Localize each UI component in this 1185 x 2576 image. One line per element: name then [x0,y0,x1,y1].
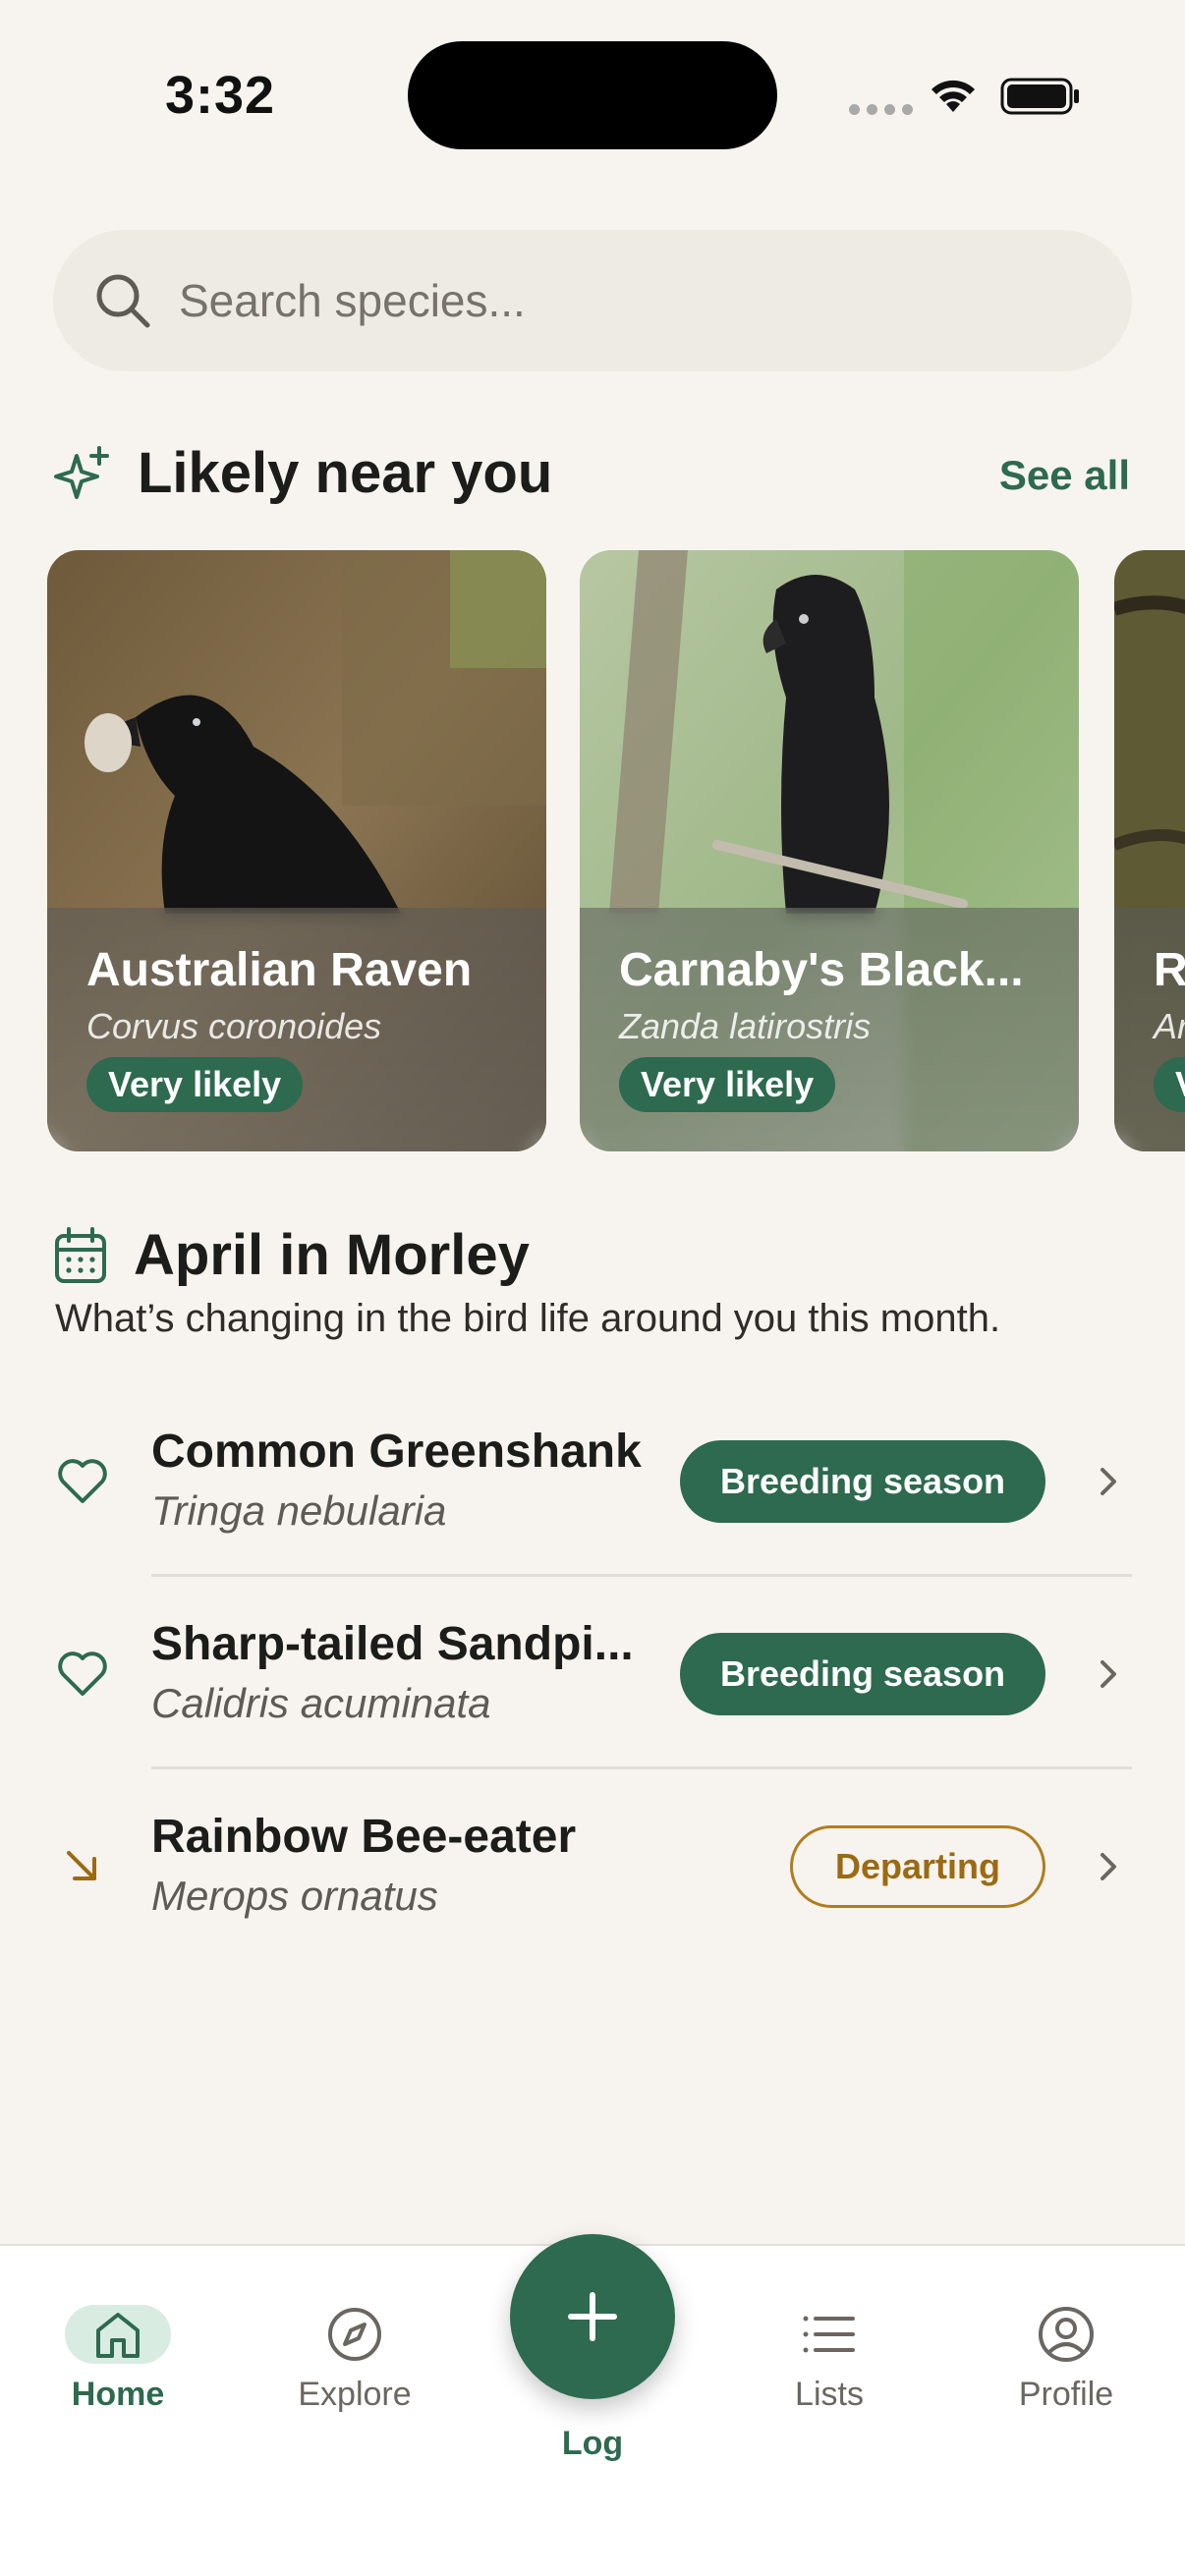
row-divider [151,1766,1132,1769]
nav-explore-label: Explore [298,2376,412,2413]
battery-icon [1000,78,1079,115]
wifi-icon [931,80,975,112]
card-species-name: Australian Raven [86,944,473,996]
likely-section-header: Likely near you [53,440,552,506]
row-scientific-name: Tringa nebularia [151,1487,447,1534]
list-item[interactable]: Rainbow Bee-eater Merops ornatus Departi… [0,1770,1185,1963]
nav-lists[interactable]: Lists [731,2305,928,2414]
status-badge: Departing [790,1825,1045,1908]
heart-icon [58,1459,107,1503]
list-item[interactable]: Common Greenshank Tringa nebularia Breed… [0,1385,1185,1578]
compass-icon [328,2308,381,2361]
nav-explore[interactable]: Explore [256,2305,453,2414]
status-bar: 3:32 [0,0,1185,187]
bottom-navigation: Home Explore Log Lists Profile [0,2234,1185,2576]
list-icon [803,2316,855,2353]
cellular-signal-icon [849,104,913,115]
search-bar[interactable] [53,230,1132,371]
likely-title: Likely near you [138,441,553,505]
month-section-header: April in Morley [53,1222,530,1288]
chevron-right-icon [1100,1468,1116,1495]
chevron-right-icon [1100,1660,1116,1688]
search-icon [96,274,150,328]
status-time: 3:32 [165,66,276,125]
status-badge: Breeding season [680,1440,1045,1523]
species-card[interactable]: Carnaby's Black... Zanda latirostris Ver… [580,550,1079,1151]
calendar-icon [55,1226,106,1283]
nav-log-label: Log [561,2425,624,2462]
nav-profile-label: Profile [1018,2376,1114,2413]
status-badge: Breeding season [680,1633,1045,1715]
home-icon [96,2313,140,2358]
month-title: April in Morley [134,1223,530,1287]
nav-home[interactable]: Home [20,2305,216,2414]
row-scientific-name: Merops ornatus [151,1873,438,1919]
list-item[interactable]: Sharp-tailed Sandpi... Calidris acuminat… [0,1578,1185,1770]
month-subtitle: What’s changing in the bird life around … [55,1297,1001,1340]
log-button[interactable] [510,2234,675,2399]
dynamic-island [408,41,777,149]
card-scientific-name: Ar [1154,1006,1185,1046]
likelihood-badge: Very likely [86,1057,304,1112]
row-divider [151,1574,1132,1577]
nav-profile[interactable]: Profile [968,2305,1164,2414]
arrow-down-right-icon [67,1851,96,1880]
search-input[interactable] [179,274,1063,327]
sparkle-icon [54,445,109,499]
card-scientific-name: Zanda latirostris [619,1006,872,1046]
likelihood-badge: Very likely [619,1057,836,1112]
card-species-name: Carnaby's Black... [619,944,1024,996]
card-species-name: R [1154,944,1185,996]
see-all-link[interactable]: See all [999,452,1130,499]
profile-icon [1039,2307,1094,2362]
row-scientific-name: Calidris acuminata [151,1680,491,1726]
plus-icon [568,2292,617,2341]
row-species-name: Common Greenshank [151,1426,642,1478]
heart-icon [58,1652,107,1696]
species-card[interactable]: R Ar V [1114,550,1185,1151]
likely-cards-carousel[interactable]: Australian Raven Corvus coronoides Very … [47,550,1185,1151]
nav-lists-label: Lists [795,2376,864,2413]
card-scientific-name: Corvus coronoides [86,1006,382,1046]
species-card[interactable]: Australian Raven Corvus coronoides Very … [47,550,546,1151]
row-species-name: Sharp-tailed Sandpi... [151,1618,634,1670]
row-species-name: Rainbow Bee-eater [151,1811,577,1863]
chevron-right-icon [1100,1853,1116,1880]
nav-home-label: Home [71,2376,165,2413]
